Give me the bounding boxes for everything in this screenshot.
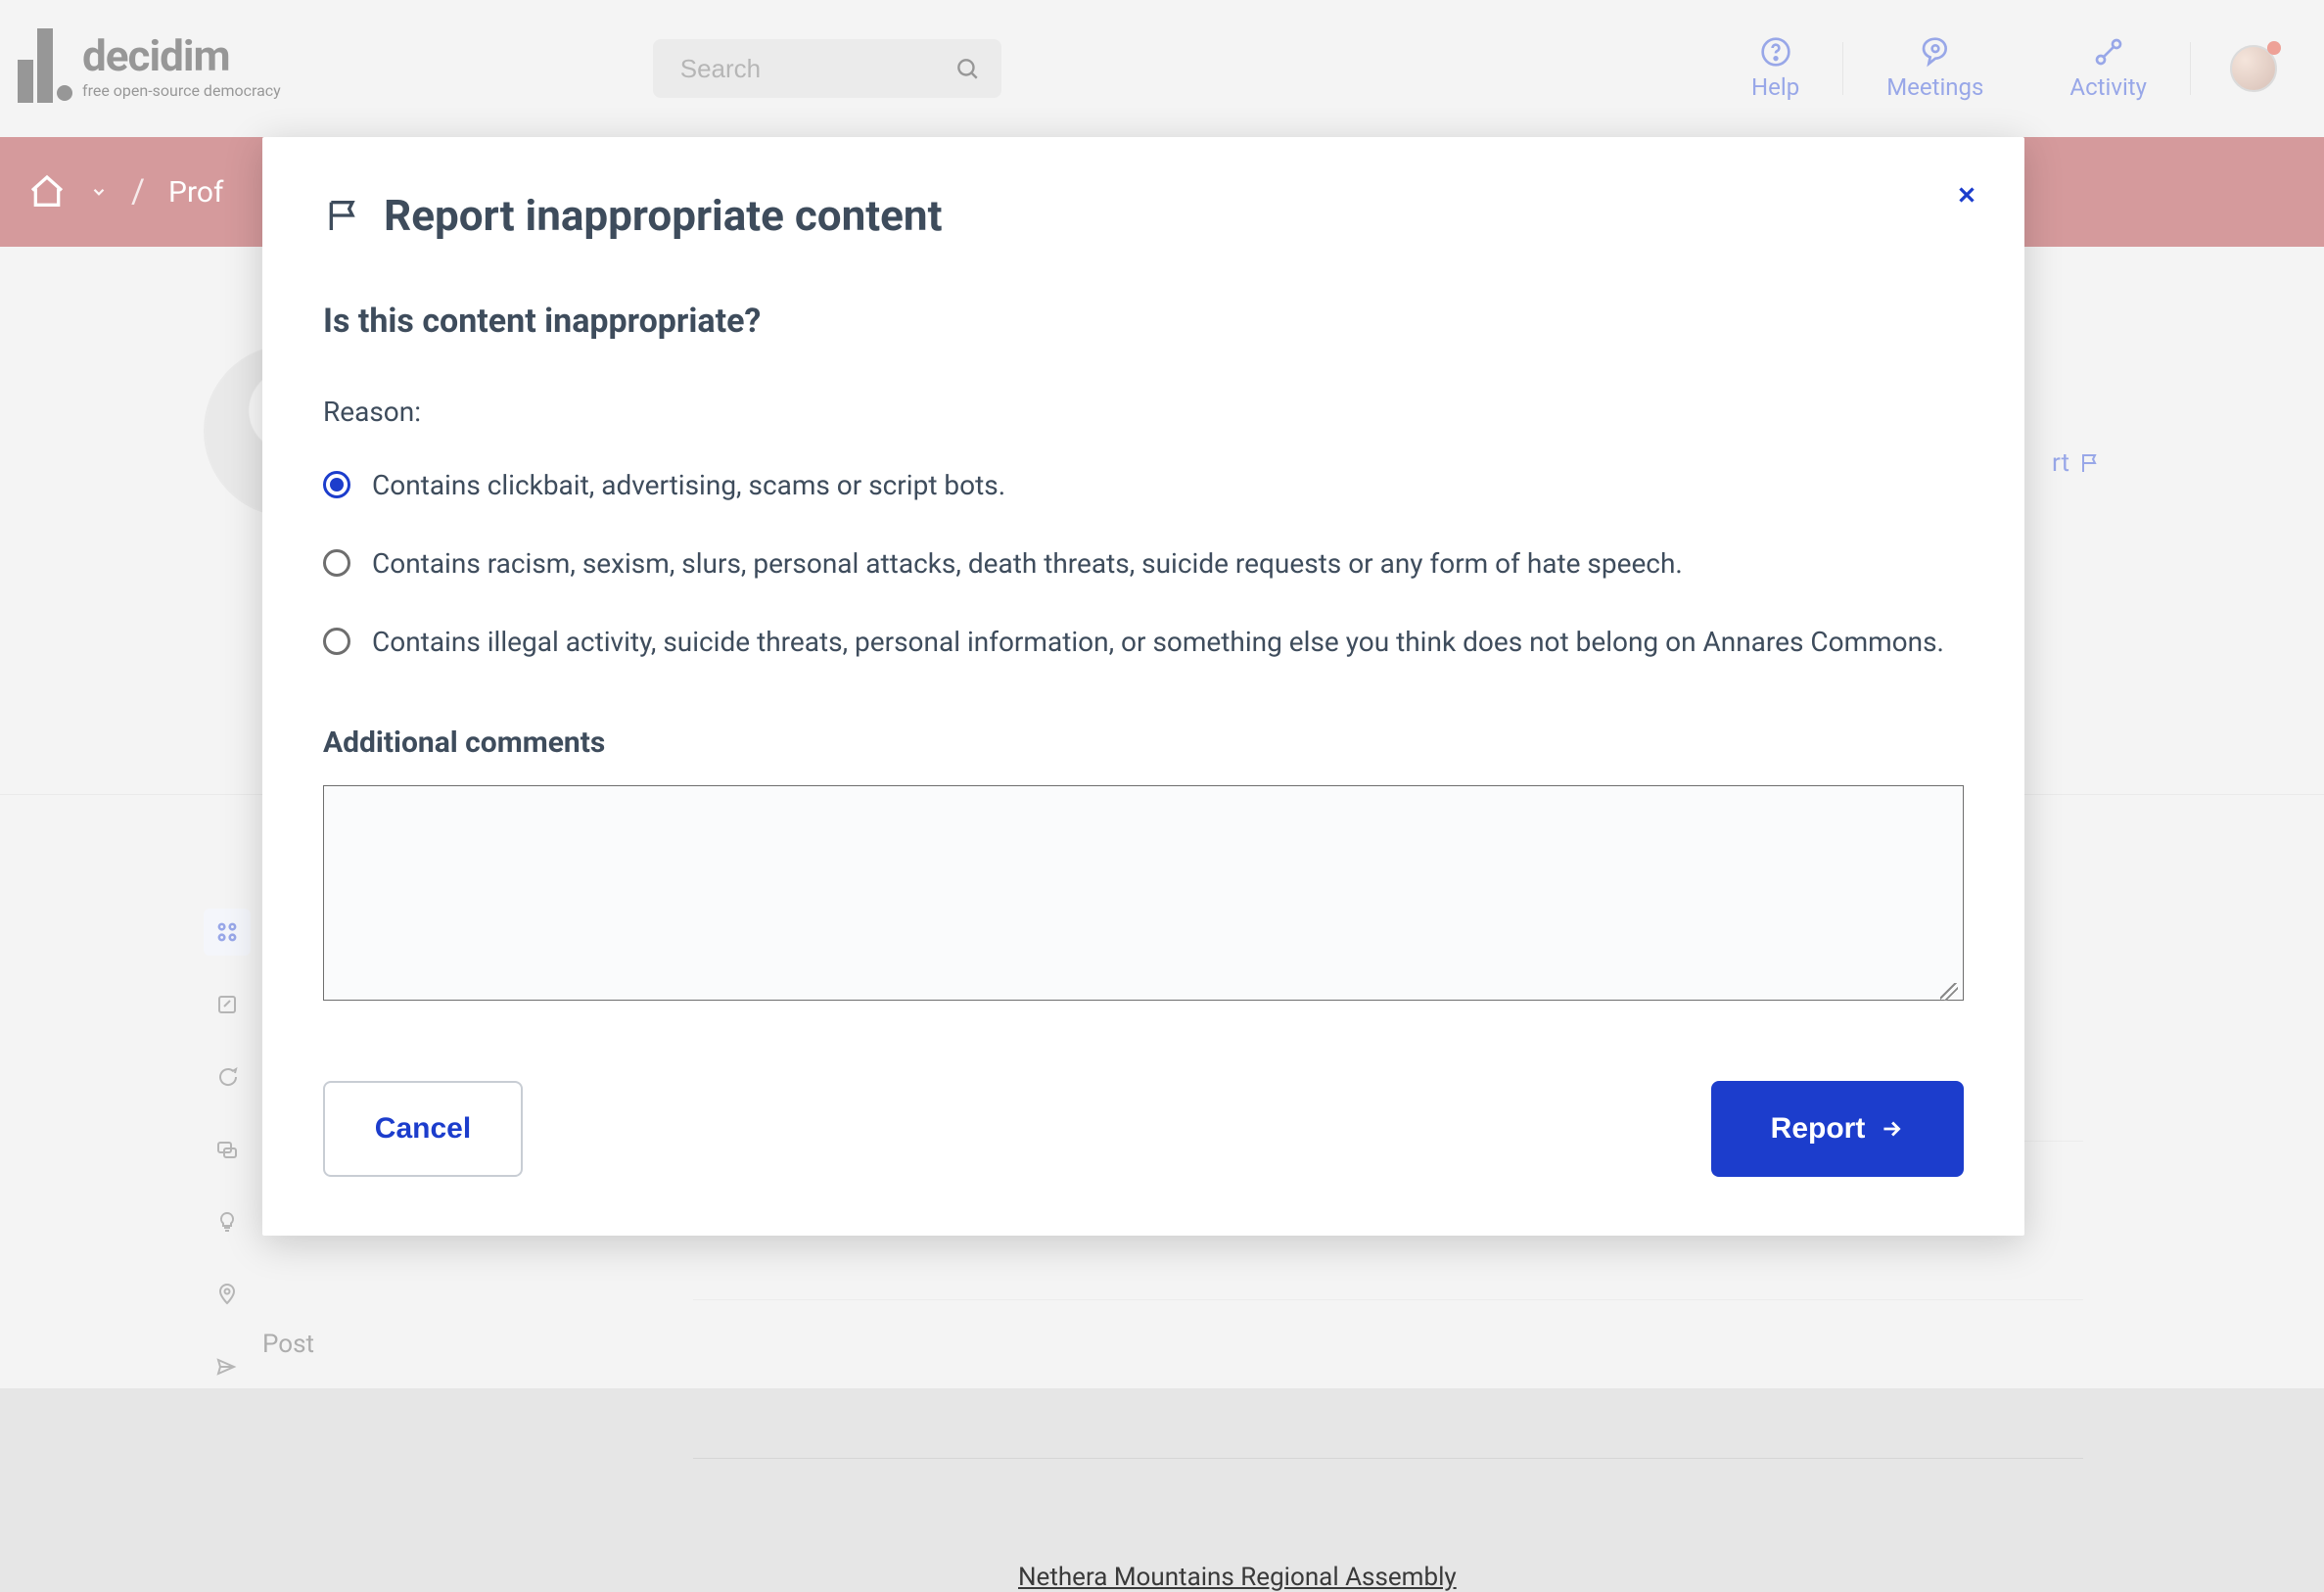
cancel-label: Cancel [375, 1112, 471, 1146]
close-button[interactable] [1954, 182, 1979, 208]
reason-text: Contains clickbait, advertising, scams o… [372, 465, 1005, 506]
comments-label: Additional comments [323, 726, 1964, 760]
cancel-button[interactable]: Cancel [323, 1081, 523, 1177]
reason-text: Contains illegal activity, suicide threa… [372, 622, 1944, 663]
reason-text: Contains racism, sexism, slurs, personal… [372, 543, 1683, 585]
reason-option-1[interactable]: Contains racism, sexism, slurs, personal… [323, 543, 1964, 585]
arrow-right-icon [1879, 1116, 1904, 1142]
report-button[interactable]: Report [1711, 1081, 1964, 1177]
report-label: Report [1771, 1112, 1866, 1146]
content-link[interactable]: Nethera Mountains Regional Assembly [1018, 1563, 1457, 1592]
reason-option-0[interactable]: Contains clickbait, advertising, scams o… [323, 465, 1964, 506]
resize-handle-icon[interactable] [1940, 983, 1958, 1001]
radio-icon [323, 471, 350, 498]
radio-icon [323, 549, 350, 577]
reason-label: Reason: [323, 396, 1964, 428]
report-modal: Report inappropriate content Is this con… [262, 137, 2024, 1236]
flag-icon [323, 196, 362, 235]
reason-option-2[interactable]: Contains illegal activity, suicide threa… [323, 622, 1964, 663]
modal-subtitle: Is this content inappropriate? [323, 302, 1964, 341]
modal-title: Report inappropriate content [384, 190, 942, 241]
comments-textarea[interactable] [323, 785, 1964, 1001]
radio-icon [323, 628, 350, 655]
